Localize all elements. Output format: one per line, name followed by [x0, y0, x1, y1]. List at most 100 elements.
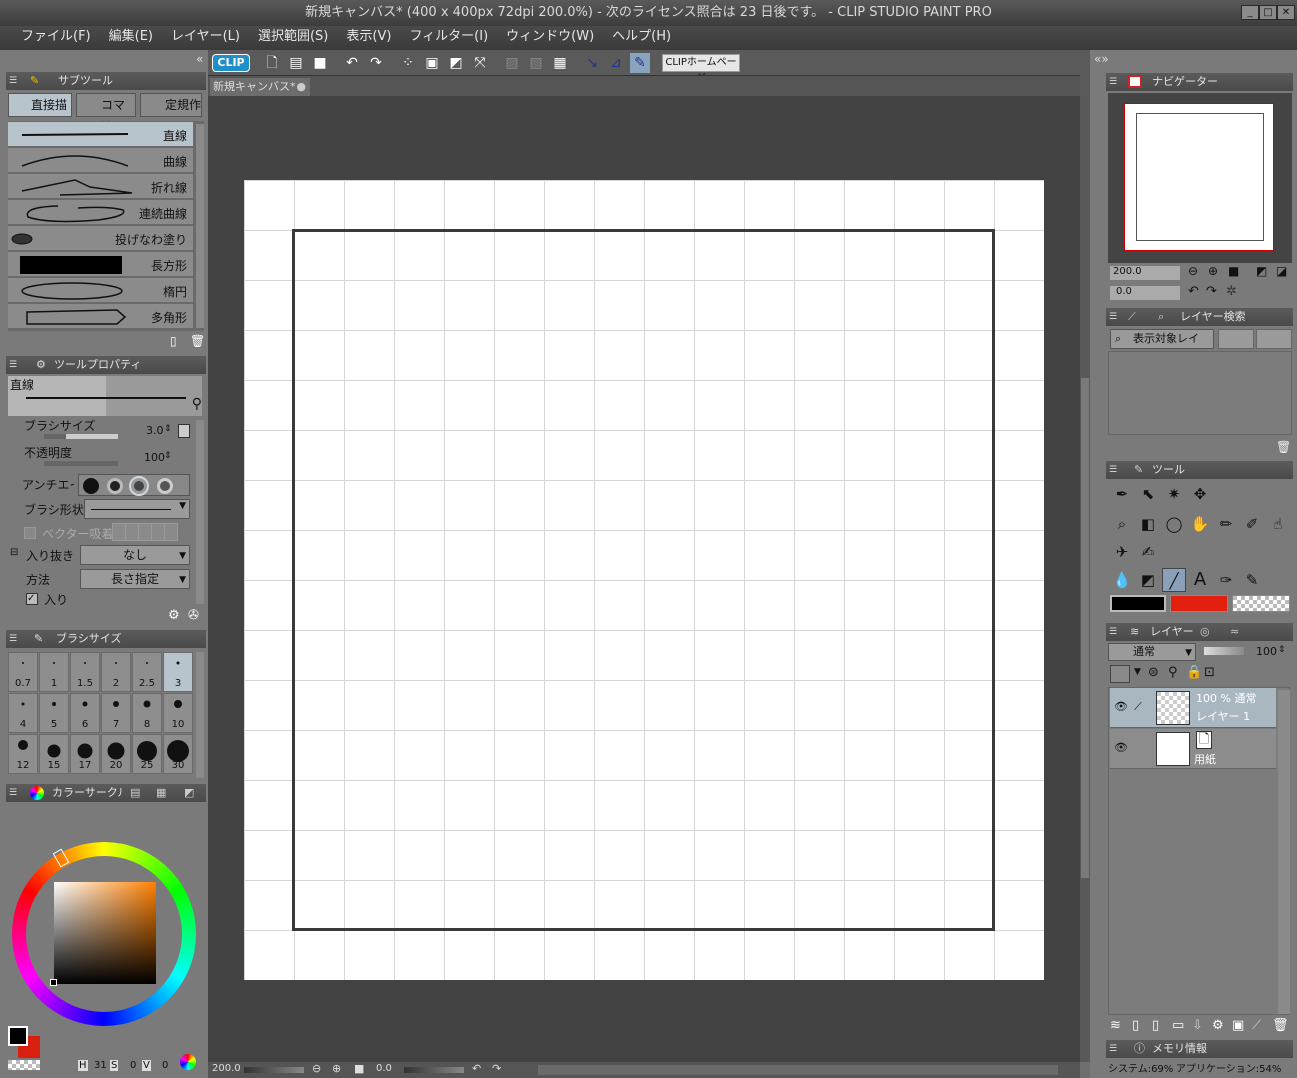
- panel-menu-icon[interactable]: ☰: [1109, 312, 1119, 322]
- size-unit-icon[interactable]: [178, 424, 190, 438]
- undo-icon[interactable]: ↶: [342, 53, 362, 73]
- spinner-icon[interactable]: ⇕: [164, 424, 172, 434]
- collapse-right-icon[interactable]: «»: [1094, 52, 1109, 66]
- subtool-tab-ruler[interactable]: 定規作: [140, 93, 202, 117]
- subtool-item-ellipse[interactable]: 楕円: [8, 278, 193, 303]
- subtool-item-continuous-curve[interactable]: 連続曲線: [8, 200, 193, 225]
- brush-size-preset[interactable]: 25: [132, 734, 162, 774]
- move-layer-tool-icon[interactable]: ✥: [1188, 482, 1212, 506]
- layer-row-layer1[interactable]: 👁 ⟋ 100 % 通常 レイヤー 1: [1110, 688, 1276, 728]
- taper-dropdown[interactable]: なし ▼: [80, 545, 190, 565]
- brush-size-preset[interactable]: 1: [39, 652, 69, 692]
- subtool-item-lasso-fill[interactable]: 投げなわ塗り: [8, 226, 193, 251]
- clear-selection-icon[interactable]: ⁘: [398, 53, 418, 73]
- minimize-button[interactable]: _: [1241, 5, 1259, 20]
- saturation-value-square[interactable]: [54, 882, 156, 984]
- brush-size-preset[interactable]: 1.5: [70, 652, 100, 692]
- brush-size-preset[interactable]: 20: [101, 734, 131, 774]
- spinner-icon[interactable]: ⇕: [164, 451, 172, 461]
- transparent-color-swatch[interactable]: [8, 1060, 40, 1070]
- reference-layer-icon[interactable]: ⚲: [1168, 665, 1178, 680]
- figure-tool-icon[interactable]: ╱: [1162, 568, 1186, 592]
- subtool-tab-frame[interactable]: コマ枠: [76, 93, 136, 134]
- balloon-tool-icon[interactable]: ✑: [1214, 568, 1238, 592]
- fit-icon[interactable]: ■: [354, 1062, 364, 1075]
- menu-window[interactable]: ウィンドウ(W): [497, 26, 603, 50]
- transform-icon[interactable]: ⤧: [470, 53, 490, 73]
- layer-color-icon[interactable]: [1110, 665, 1130, 683]
- brush-size-preset[interactable]: 5: [39, 693, 69, 733]
- subtool-item-curve[interactable]: 曲線: [8, 148, 193, 173]
- subtool-scrollbar[interactable]: [196, 124, 204, 328]
- auto-select-tool-icon[interactable]: ✷: [1162, 482, 1186, 506]
- canvas-tab[interactable]: 新規キャンバス* ●: [210, 78, 310, 96]
- settings-icon[interactable]: ⚲: [192, 396, 202, 412]
- subtool-item-polygon[interactable]: 多角形: [8, 304, 193, 329]
- text-tool-icon[interactable]: A: [1188, 568, 1212, 592]
- layer-search-filter-dropdown[interactable]: ⌕ 表示対象レイ: [1110, 329, 1214, 349]
- navigator-preview[interactable]: [1108, 93, 1292, 263]
- decoration-tool-icon[interactable]: ✍: [1136, 540, 1160, 564]
- color-picker-cursor[interactable]: [50, 979, 57, 986]
- horizontal-scrollbar[interactable]: [538, 1065, 1058, 1075]
- brush-size-preset[interactable]: 2.5: [132, 652, 162, 692]
- gradient-tool-icon[interactable]: ◩: [1136, 568, 1160, 592]
- ruler-icon[interactable]: ⊿: [606, 53, 626, 73]
- operation-tool-icon[interactable]: ⬉: [1136, 482, 1160, 506]
- brush-size-preset[interactable]: 15: [39, 734, 69, 774]
- subtool-item-rectangle[interactable]: 長方形: [8, 252, 193, 277]
- antialias-selector[interactable]: [78, 474, 190, 496]
- brush-size-preset[interactable]: 7: [101, 693, 131, 733]
- brush-size-value[interactable]: 3.0: [146, 424, 164, 437]
- entry-checkbox[interactable]: ✓: [26, 593, 38, 605]
- vector-snap-checkbox[interactable]: [24, 527, 36, 539]
- wrench-icon[interactable]: ✇: [188, 608, 199, 623]
- antialias-mid-icon[interactable]: [129, 476, 149, 496]
- maximize-button[interactable]: □: [1259, 5, 1277, 20]
- method-dropdown[interactable]: 長さ指定 ▼: [80, 569, 190, 589]
- snap-special-ruler-icon[interactable]: ▧: [526, 53, 546, 73]
- merge-down-icon[interactable]: ⇩: [1192, 1018, 1203, 1033]
- eye-icon[interactable]: 👁: [1114, 700, 1128, 713]
- navigator-zoom-field[interactable]: 200.0: [1110, 266, 1180, 280]
- opacity-slider[interactable]: [1204, 647, 1244, 655]
- brush-size-slider[interactable]: [44, 434, 118, 439]
- layer-row-paper[interactable]: 👁 🗋 用紙: [1110, 729, 1276, 769]
- close-button[interactable]: ✕: [1277, 5, 1295, 20]
- layer-search-option-1[interactable]: [1218, 329, 1254, 349]
- artists-tab-icon[interactable]: ≈: [1230, 623, 1239, 641]
- layer-mask-icon[interactable]: ⚙: [1212, 1018, 1224, 1033]
- panel-menu-icon[interactable]: ☰: [9, 76, 19, 86]
- navigator-rotation-field[interactable]: 0.0: [1110, 286, 1180, 300]
- collapse-left-icon[interactable]: «: [196, 52, 203, 66]
- rotate-left-icon[interactable]: ↶: [472, 1062, 481, 1075]
- panel-menu-icon[interactable]: ☰: [1109, 627, 1119, 637]
- new-folder-icon[interactable]: ▭: [1172, 1018, 1184, 1033]
- pen-tool-icon[interactable]: ✒: [1110, 482, 1134, 506]
- brush-size-preset[interactable]: 8: [132, 693, 162, 733]
- eraser-tool-icon[interactable]: ◧: [1136, 512, 1160, 536]
- clip-logo-button[interactable]: CLIP: [212, 54, 250, 72]
- flip-horizontal-icon[interactable]: ◩: [1256, 264, 1267, 278]
- zoom-slider[interactable]: [244, 1067, 304, 1073]
- opacity-slider[interactable]: [44, 461, 118, 466]
- snap-grid-icon[interactable]: ▦: [550, 53, 570, 73]
- panel-menu-icon[interactable]: ☰: [9, 360, 19, 370]
- panel-menu-icon[interactable]: ☰: [9, 634, 19, 644]
- menu-filter[interactable]: フィルター(I): [400, 26, 497, 50]
- panel-menu-icon[interactable]: ☰: [1109, 465, 1119, 475]
- eye-icon[interactable]: 👁: [1114, 741, 1128, 754]
- layer-menu-icon[interactable]: ≋: [1110, 1018, 1121, 1033]
- brush-size-preset[interactable]: 2: [101, 652, 131, 692]
- toolprop-scrollbar[interactable]: [196, 420, 204, 604]
- subtool-tab-direct[interactable]: 直接描: [8, 93, 72, 117]
- clip-home-button[interactable]: CLIPホームページ: [662, 54, 740, 84]
- gear-icon[interactable]: ⚙: [168, 608, 180, 623]
- menu-view[interactable]: 表示(V): [337, 26, 400, 50]
- spinner-icon[interactable]: ⇕: [1278, 645, 1286, 655]
- brush-size-preset[interactable]: 3: [163, 652, 193, 692]
- brush-size-preset[interactable]: 30: [163, 734, 193, 774]
- brush-size-preset[interactable]: 6: [70, 693, 100, 733]
- panel-menu-icon[interactable]: ☰: [1109, 1044, 1119, 1054]
- lasso-tool-icon[interactable]: ◯: [1162, 512, 1186, 536]
